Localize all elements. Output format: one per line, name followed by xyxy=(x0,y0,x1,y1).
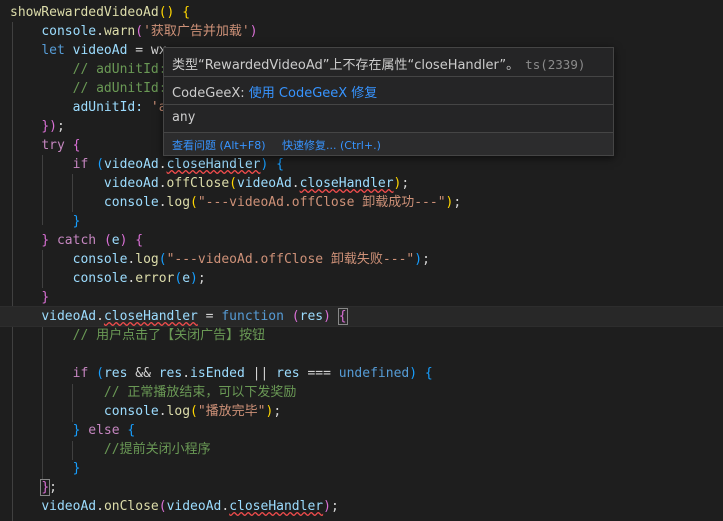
code-line-8: try { xyxy=(41,138,81,153)
code-line-3: let videoAd = wx xyxy=(10,41,167,60)
code-line-14: console.log("---videoAd.offClose 卸载失败---… xyxy=(72,252,430,267)
token: let xyxy=(41,43,65,58)
token: "---videoAd.offClose 卸载失败---" xyxy=(166,252,415,267)
code-line-5: // adUnitId: xyxy=(10,79,167,98)
matched-bracket: } xyxy=(40,479,51,496)
token: res xyxy=(276,366,300,381)
view-problem-link[interactable]: 查看问题 (Alt+F8) xyxy=(172,137,266,153)
comment: // adUnitId: xyxy=(72,81,167,96)
token: offClose xyxy=(166,176,230,191)
token: if xyxy=(72,157,89,172)
code-line-9: if (videoAd.closeHandler) { xyxy=(72,157,284,172)
codegeex-label: CodeGeeX: xyxy=(172,86,245,101)
token: catch xyxy=(56,233,97,248)
code-line-25: } xyxy=(72,461,81,476)
divider xyxy=(164,76,613,77)
error-token[interactable]: closeHandler xyxy=(229,499,323,514)
code-line-20: if (res && res.isEnded || res === undefi… xyxy=(72,366,433,381)
token: console xyxy=(103,195,159,210)
comment: // 用户点击了【关闭广告】按钮 xyxy=(72,328,266,343)
code-line-11: console.log("---videoAd.offClose 卸载成功---… xyxy=(103,195,462,210)
token: adUnitId: xyxy=(72,100,144,115)
token: res xyxy=(103,366,128,381)
error-message-text: 类型“RewardedVideoAd”上不存在属性“closeHandler”。 xyxy=(172,58,520,73)
token: try xyxy=(41,138,65,153)
token: videoAd xyxy=(41,309,97,324)
code-line-15: console.error(e); xyxy=(72,271,206,286)
code-line-23: } else { xyxy=(72,423,136,438)
token: log xyxy=(166,195,191,210)
token: console xyxy=(41,24,97,39)
token: () { xyxy=(158,5,191,20)
token: warn xyxy=(103,24,136,39)
code-line-13: } catch (e) { xyxy=(41,233,144,248)
code-line-18: // 用户点击了【关闭广告】按钮 xyxy=(10,326,265,345)
code-line-16: } xyxy=(41,290,50,305)
token: videoAd xyxy=(166,499,222,514)
token: videoAd xyxy=(237,176,292,191)
token: console xyxy=(72,271,128,286)
code-line-12: } xyxy=(72,214,81,229)
code-line-10: videoAd.offClose(videoAd.closeHandler); xyxy=(103,176,410,191)
matched-bracket: { xyxy=(337,308,348,325)
token: function xyxy=(221,309,284,324)
error-token[interactable]: closeHandler xyxy=(104,309,198,324)
token: console xyxy=(103,404,159,419)
code-line-21: // 正常播放结束，可以下发奖励 xyxy=(10,383,296,402)
code-line-17-current: videoAd.closeHandler = function (res) { xyxy=(0,306,723,327)
comment: // adUnitId: xyxy=(72,62,167,77)
code-line-7: }); xyxy=(41,119,65,134)
type-info: any xyxy=(172,110,196,125)
code-line-26: }; xyxy=(40,479,57,496)
comment: // 正常播放结束，可以下发奖励 xyxy=(103,385,297,400)
token: res xyxy=(158,366,183,381)
token: onClose xyxy=(103,499,159,514)
codegeex-row: CodeGeeX: 使用 CodeGeeX 修复 xyxy=(172,82,377,101)
function-name: showRewardedVideoAd xyxy=(10,5,159,20)
quick-fix-link[interactable]: 快速修复... (Ctrl+.) xyxy=(282,137,381,153)
token: error xyxy=(135,271,175,286)
token: videoAd xyxy=(72,43,128,58)
codegeex-fix-link[interactable]: 使用 CodeGeeX 修复 xyxy=(249,86,378,101)
token: log xyxy=(135,252,159,267)
token: console xyxy=(72,252,128,267)
token: undefined xyxy=(338,366,410,381)
code-line-2: console.warn('获取广告并加载') xyxy=(41,24,258,39)
token: if xyxy=(72,366,89,381)
token: videoAd xyxy=(103,157,159,172)
token: = wx xyxy=(135,43,167,58)
error-token[interactable]: closeHandler xyxy=(167,157,261,172)
token: e xyxy=(182,271,191,286)
code-line-1: showRewardedVideoAd() { xyxy=(10,3,190,22)
error-hover-tooltip[interactable]: 类型“RewardedVideoAd”上不存在属性“closeHandler”。… xyxy=(163,47,614,156)
token: isEnded xyxy=(190,366,245,381)
token: "---videoAd.offClose 卸载成功---" xyxy=(197,195,446,210)
token: log xyxy=(166,404,191,419)
divider xyxy=(164,104,613,105)
code-line-6: adUnitId: 'a xyxy=(10,98,167,117)
token: e xyxy=(111,233,120,248)
code-line-24: //提前关闭小程序 xyxy=(10,440,211,459)
code-line-22: console.log("播放完毕"); xyxy=(103,404,282,419)
hover-actions-bar: 查看问题 (Alt+F8) 快速修复... (Ctrl+.) xyxy=(164,132,613,155)
comment: //提前关闭小程序 xyxy=(103,442,211,457)
error-code: ts(2339) xyxy=(525,57,586,72)
code-line-4: // adUnitId: xyxy=(10,60,167,79)
token: videoAd xyxy=(103,176,159,191)
error-token[interactable]: closeHandler xyxy=(300,176,394,191)
error-message: 类型“RewardedVideoAd”上不存在属性“closeHandler”。… xyxy=(172,54,585,73)
code-line-27: videoAd.onClose(videoAd.closeHandler); xyxy=(41,499,339,514)
token: res xyxy=(299,309,324,324)
token: "播放完毕" xyxy=(197,404,266,419)
token: videoAd xyxy=(41,499,97,514)
token: '获取广告并加载' xyxy=(143,24,250,39)
token: else xyxy=(88,423,120,438)
